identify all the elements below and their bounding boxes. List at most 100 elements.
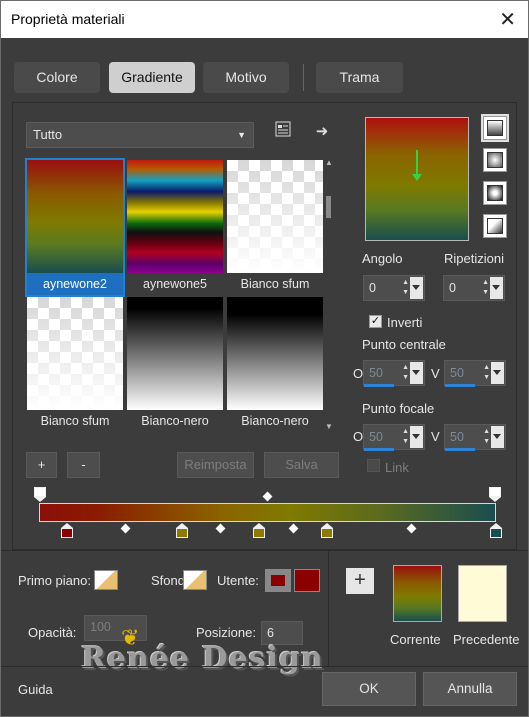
opacity-label: Opacità: (28, 625, 77, 640)
help-link[interactable]: Guida (18, 682, 53, 697)
spinner-arrows-icon[interactable]: ▲ ▼ (483, 427, 490, 447)
opacity-stop-right[interactable] (489, 487, 501, 502)
gradient-item-bianco-sfum-2[interactable]: Bianco sfum (27, 297, 123, 432)
color-stop-2[interactable] (176, 523, 188, 538)
focal-h-dropdown-icon[interactable] (410, 426, 423, 448)
current-label: Corrente (390, 632, 441, 647)
link-checkbox[interactable] (367, 459, 380, 472)
angle-value: 0 (369, 281, 376, 295)
spinner-arrows-icon[interactable]: ▲ ▼ (483, 363, 490, 383)
color-stop-4[interactable] (321, 523, 333, 538)
rectangular-style-button[interactable] (483, 148, 507, 172)
center-h-value: 50 (369, 366, 383, 380)
link-label: Link (385, 460, 409, 475)
arrow-right-icon[interactable]: ➜ (311, 121, 333, 143)
divider (1, 550, 528, 551)
repeat-dropdown-icon[interactable] (490, 277, 503, 299)
user-color-label: Utente: (217, 573, 259, 588)
ok-button[interactable]: OK (322, 672, 416, 706)
reset-button[interactable]: Reimposta (177, 452, 254, 478)
user-color-swatch[interactable] (294, 569, 320, 592)
repeat-field[interactable]: 0 ▲ ▼ (443, 275, 505, 301)
center-h-dropdown-icon[interactable] (410, 362, 423, 384)
divider (328, 551, 329, 666)
invert-label: Inverti (387, 315, 423, 330)
center-h-field[interactable]: 50 ▲ ▼ (363, 360, 425, 387)
focal-v-field[interactable]: 50 ▲ ▼ (444, 424, 506, 451)
library-view-icon[interactable] (272, 121, 294, 143)
tab-gradiente[interactable]: Gradiente (109, 62, 195, 93)
gradient-preview[interactable] (365, 117, 469, 241)
focal-v-dropdown-icon[interactable] (491, 426, 504, 448)
focal-h-value: 50 (369, 430, 383, 444)
user-color-button[interactable] (265, 569, 291, 592)
category-value: Tutto (33, 127, 63, 142)
gradient-item-bianco-sfum[interactable]: Bianco sfum (227, 160, 323, 295)
gradient-item-bianco-nero-2[interactable]: Bianco-nero (227, 297, 323, 432)
title-bar: Proprietà materiali ✕ (1, 1, 528, 38)
spinner-arrows-icon[interactable]: ▲ ▼ (482, 278, 489, 298)
spinner-arrows-icon[interactable]: ▲ ▼ (402, 427, 409, 447)
gradient-item-aynewone5[interactable]: aynewone5 (127, 160, 223, 295)
center-v-value: 50 (450, 366, 464, 380)
spinner-arrows-icon[interactable]: ▲ ▼ (402, 363, 409, 383)
background-swatch[interactable] (183, 570, 207, 590)
gradient-item-aynewone2[interactable]: aynewone2 (25, 158, 125, 297)
center-v-slider[interactable] (445, 384, 475, 387)
opacity-value: 100 (90, 620, 111, 634)
gradient-thumbnail (27, 297, 123, 410)
color-stop-3[interactable] (253, 523, 265, 538)
linear-style-button[interactable] (481, 114, 509, 142)
gradient-library-grid: aynewone2 aynewone5 Bianco sfum Bianco s… (25, 158, 323, 434)
gradient-label: Bianco-nero (241, 414, 309, 428)
close-icon[interactable]: ✕ (499, 7, 516, 32)
previous-material-swatch[interactable] (458, 565, 507, 622)
gradient-label: aynewone5 (143, 277, 207, 291)
material-properties-dialog: Proprietà materiali ✕ Colore Gradiente M… (0, 0, 529, 717)
tab-colore[interactable]: Colore (14, 62, 100, 93)
center-v-field[interactable]: 50 ▲ ▼ (444, 360, 506, 387)
angle-field[interactable]: 0 ▲ ▼ (363, 275, 425, 301)
chevron-down-icon[interactable]: ▼ (323, 422, 335, 434)
position-label: Posizione: (196, 625, 256, 640)
library-scrollbar[interactable]: ▲ ▼ (323, 158, 335, 434)
gradient-thumbnail (127, 297, 223, 410)
focal-v-slider[interactable] (445, 448, 475, 451)
opacity-stop-left[interactable] (34, 487, 46, 502)
cancel-button[interactable]: Annulla (423, 672, 517, 706)
previous-label: Precedente (453, 632, 520, 647)
remove-gradient-button[interactable]: - (67, 452, 100, 478)
gradient-item-bianco-nero[interactable]: Bianco-nero (127, 297, 223, 432)
repeat-value: 0 (449, 281, 456, 295)
focal-h-field[interactable]: 50 ▲ ▼ (363, 424, 425, 451)
dialog-title: Proprietà materiali (11, 11, 125, 27)
angle-label: Angolo (362, 251, 403, 266)
repeat-label: Ripetizioni (444, 251, 504, 266)
add-gradient-button[interactable]: + (26, 452, 57, 478)
color-stop-5[interactable] (490, 523, 502, 538)
gradient-editor-bar[interactable] (39, 503, 496, 522)
scrollbar-thumb[interactable] (326, 196, 331, 218)
chevron-up-icon[interactable]: ▲ (323, 158, 335, 170)
save-button[interactable]: Salva (264, 452, 339, 478)
center-point-label: Punto centrale (362, 337, 446, 352)
angle-dropdown-icon[interactable] (410, 277, 423, 299)
color-stop-1[interactable] (61, 523, 73, 538)
category-dropdown[interactable]: Tutto ▼ (26, 122, 254, 148)
spinner-arrows-icon[interactable]: ▲ ▼ (402, 278, 409, 298)
sunburst-style-button[interactable] (483, 214, 507, 238)
foreground-swatch[interactable] (94, 570, 118, 590)
radial-style-button[interactable] (483, 181, 507, 205)
tab-motivo[interactable]: Motivo (203, 62, 289, 93)
gradient-thumbnail (227, 160, 323, 273)
focal-v-value: 50 (450, 430, 464, 444)
center-v-dropdown-icon[interactable] (491, 362, 504, 384)
gradient-label: aynewone2 (27, 273, 123, 295)
invert-checkbox[interactable]: ✓ (369, 315, 382, 328)
add-to-swatches-button[interactable]: + (346, 568, 374, 594)
current-material-swatch[interactable] (393, 565, 442, 622)
tab-trama[interactable]: Trama (316, 62, 403, 93)
center-h-slider[interactable] (364, 384, 394, 387)
focal-v-label: V (431, 429, 440, 444)
focal-h-slider[interactable] (364, 448, 394, 451)
